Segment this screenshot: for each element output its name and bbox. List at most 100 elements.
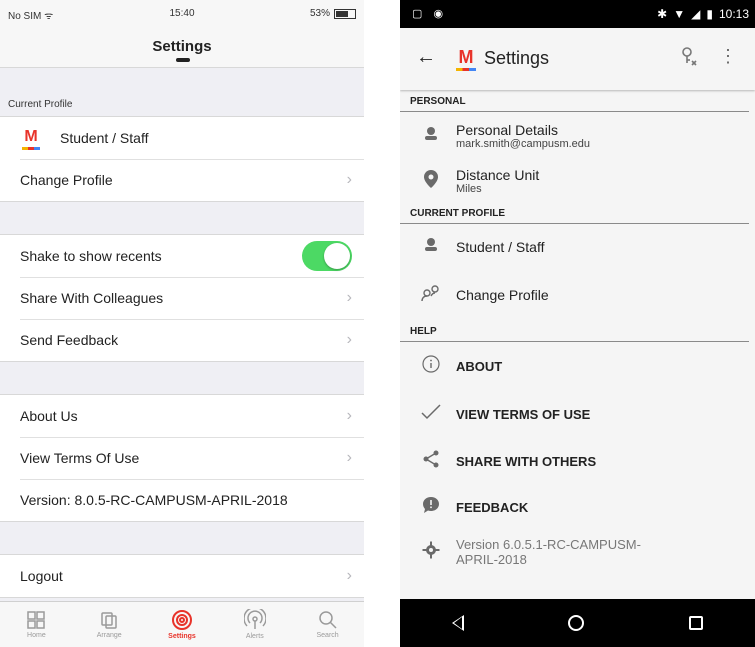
status-time: 10:13 — [718, 7, 749, 21]
broadcast-icon — [243, 609, 266, 629]
settings-icon — [171, 610, 192, 630]
version-label: Version: 8.0.5-RC-CAMPUSM-APRIL-2018 — [20, 492, 288, 508]
more-vert-icon[interactable]: ⋮ — [719, 46, 737, 67]
shake-toggle[interactable] — [302, 241, 352, 271]
nav-recents-icon[interactable] — [688, 616, 703, 630]
terms-label: VIEW TERMS OF USE — [456, 406, 591, 422]
tab-label: Arrange — [96, 632, 122, 639]
about-row[interactable]: ABOUT — [400, 342, 755, 390]
current-profile-row: M Student / Staff — [0, 117, 364, 159]
search-icon — [318, 611, 337, 629]
notification-icons: ▢ ◉ — [412, 8, 448, 20]
location-pin-icon — [420, 169, 442, 193]
personal-details-label: Personal Details — [456, 122, 558, 138]
wifi-icon: ▼ — [673, 7, 686, 21]
chevron-right-icon: › — [346, 331, 352, 348]
profile-group: M Student / Staff Change Profile › — [0, 116, 364, 202]
terms-label: View Terms Of Use — [20, 450, 140, 466]
tab-settings[interactable]: Settings — [146, 602, 219, 647]
campusm-logo-icon: M — [456, 48, 476, 71]
chevron-right-icon: › — [346, 289, 352, 306]
chevron-right-icon: › — [346, 449, 352, 466]
chevron-right-icon: › — [346, 407, 352, 424]
profile-name: Student / Staff — [60, 130, 149, 146]
section-label-current-profile: Current Profile — [8, 99, 73, 110]
tab-arrange[interactable]: Arrange — [73, 602, 146, 647]
status-right: ✱ ▼ ◢ ▮ 10:13 — [657, 7, 749, 21]
gear-icon — [420, 541, 442, 564]
logout-label: Logout — [20, 568, 63, 584]
preferences-group: Shake to show recents Share With Colleag… — [0, 234, 364, 362]
campusm-logo-icon: M — [22, 129, 40, 150]
android-screen: ▢ ◉ ✱ ▼ ◢ ▮ 10:13 ← M Settings ⋮ PERSONA… — [400, 0, 755, 647]
key-icon[interactable] — [679, 46, 699, 71]
tab-home[interactable]: Home — [0, 602, 73, 647]
distance-unit-value: Miles — [456, 183, 482, 195]
change-profile-row[interactable]: Change Profile — [400, 270, 755, 320]
send-feedback-label: Send Feedback — [20, 332, 119, 348]
personal-details-row[interactable]: Personal Details mark.smith@campusm.edu — [400, 112, 755, 160]
ios-screen: No SIM ᯤ 15:40 53% Settings Current Prof… — [0, 0, 364, 647]
distance-unit-label: Distance Unit — [456, 167, 540, 183]
switch-profile-icon — [420, 284, 442, 307]
tab-label: Home — [27, 632, 46, 639]
tab-label: Alerts — [245, 633, 264, 640]
about-us-label: About Us — [20, 408, 78, 424]
battery-icon — [334, 8, 356, 19]
feedback-row[interactable]: FEEDBACK — [400, 484, 755, 530]
share-row[interactable]: SHARE WITH OTHERS — [400, 438, 755, 484]
tab-alerts[interactable]: Alerts — [218, 602, 291, 647]
change-profile-row[interactable]: Change Profile › — [0, 159, 364, 201]
share-colleagues-label: Share With Colleagues — [20, 290, 164, 306]
person-icon — [420, 126, 442, 147]
email-value: mark.smith@campusm.edu — [456, 138, 591, 150]
back-arrow-icon[interactable]: ← — [416, 46, 436, 69]
version-line-1: Version 6.0.5.1-RC-CAMPUSM- — [456, 537, 641, 552]
info-group: About Us › View Terms Of Use › Version: … — [0, 394, 364, 522]
info-icon — [420, 354, 442, 378]
shake-row: Shake to show recents — [0, 235, 364, 277]
feedback-label: FEEDBACK — [456, 499, 529, 515]
ios-nav-bar: Settings — [0, 28, 364, 68]
bluetooth-icon: ✱ — [657, 7, 668, 21]
terms-row[interactable]: View Terms Of Use › — [0, 437, 364, 479]
distance-unit-row[interactable]: Distance Unit Miles — [400, 160, 755, 202]
share-icon — [420, 450, 442, 473]
change-profile-label: Change Profile — [20, 172, 113, 188]
chevron-right-icon: › — [346, 567, 352, 584]
nav-home-icon[interactable] — [568, 615, 585, 631]
change-profile-label: Change Profile — [456, 287, 549, 303]
nav-back-icon[interactable] — [452, 615, 465, 631]
layers-icon — [101, 612, 117, 629]
about-us-row[interactable]: About Us › — [0, 395, 364, 437]
terms-row[interactable]: VIEW TERMS OF USE — [400, 390, 755, 438]
logout-group: Logout › — [0, 554, 364, 598]
battery-indicator: 53% — [310, 8, 356, 19]
person-icon — [420, 237, 442, 258]
tab-search[interactable]: Search — [291, 602, 364, 647]
tab-label: Search — [316, 632, 339, 639]
android-status-bar: ▢ ◉ ✱ ▼ ◢ ▮ 10:13 — [400, 0, 755, 28]
feedback-icon — [420, 496, 442, 519]
battery-icon: ▮ — [706, 7, 713, 21]
version-line-2: APRIL-2018 — [456, 552, 527, 567]
tab-label: Settings — [168, 633, 196, 640]
battery-percent: 53% — [309, 8, 330, 19]
signal-icon: ◢ — [691, 7, 701, 21]
page-title: Settings — [152, 38, 212, 55]
section-header-help: HELP — [400, 320, 749, 342]
send-feedback-row[interactable]: Send Feedback › — [0, 319, 364, 361]
version-row: Version: 8.0.5-RC-CAMPUSM-APRIL-2018 — [0, 479, 364, 521]
profile-name: Student / Staff — [456, 239, 545, 255]
section-header-personal: PERSONAL — [400, 90, 749, 112]
pull-handle-icon[interactable] — [176, 58, 190, 62]
ios-status-bar: No SIM ᯤ 15:40 53% — [0, 0, 364, 28]
logout-row[interactable]: Logout › — [0, 555, 364, 597]
section-header-current-profile: CURRENT PROFILE — [400, 202, 749, 224]
shake-label: Shake to show recents — [20, 248, 162, 264]
app-bar: ← M Settings ⋮ — [400, 28, 755, 90]
checkmark-icon — [420, 403, 442, 425]
chevron-right-icon: › — [346, 171, 352, 188]
share-colleagues-row[interactable]: Share With Colleagues › — [0, 277, 364, 319]
current-profile-row: Student / Staff — [400, 224, 755, 270]
